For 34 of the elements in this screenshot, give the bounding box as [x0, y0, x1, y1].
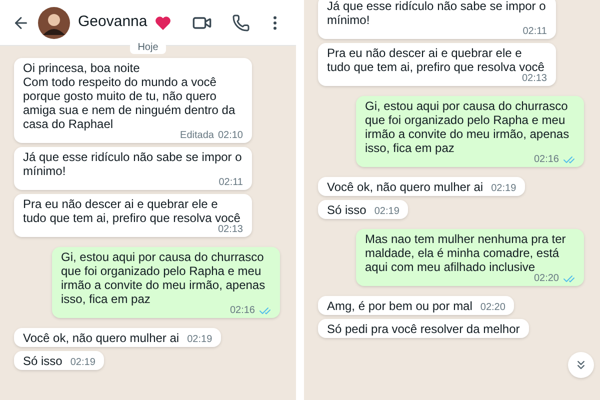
message-text: Gi, estou aqui por causa do churrasco que foi organizado pelo Rapha e meu irmão a convite do meu irmão, apenas isso, fica em paz — [365, 99, 570, 155]
message-time: 02:19 — [374, 207, 400, 217]
heart-icon — [155, 16, 172, 30]
message-text: Você ok, não quero mulher ai — [327, 180, 484, 194]
edited-label: Editada — [180, 131, 214, 141]
message-text: Já que esse ridículo não sabe se impor o mínimo! — [23, 150, 243, 178]
message-time: 02:11 — [218, 178, 243, 188]
message-time: 02:19 — [70, 358, 96, 368]
message-time: 02:13 — [522, 74, 547, 84]
message-text: Só isso — [327, 203, 366, 217]
message-text: Oi princesa, boa noite Com todo respeito do mundo a você porque gosto muito de tu, não quero amiga sua e nem de ninguém dentro da casa do Raphael — [23, 61, 236, 131]
message-time: 02:16 — [534, 155, 559, 165]
message-time: 02:19 — [491, 184, 516, 194]
message-text: Amg, é por bem ou por mal — [327, 299, 472, 313]
message-text: Gi, estou aqui por causa do churrasco que foi organizado pelo Rapha e meu irmão a convite do meu irmão, apenas isso, fica em paz — [61, 250, 266, 306]
message-time: 02:20 — [480, 303, 506, 313]
message-time: 02:10 — [218, 131, 243, 141]
scroll-down-button[interactable] — [568, 352, 594, 378]
avatar[interactable] — [38, 6, 70, 38]
message-text: Pra eu não descer ai e quebrar ele e tudo que tem ai, prefiro que resolva você — [23, 197, 242, 225]
contact-name: Geovanna — [78, 12, 148, 32]
message-time: 02:20 — [534, 274, 559, 284]
message-text: Já que esse ridículo não sabe se impor o mínimo! — [327, 0, 547, 27]
message-text: Você ok, não quero mulher ai — [23, 331, 180, 345]
message-text: Só isso — [23, 354, 62, 368]
message-time: 02:16 — [230, 306, 255, 316]
message-time: 02:19 — [187, 335, 212, 345]
message-time: 02:11 — [522, 27, 547, 37]
date-chip: Hoje — [130, 42, 166, 54]
phone-icon[interactable] — [232, 14, 250, 32]
message-text: Pra eu não descer ai e quebrar ele e tudo que tem ai, prefiro que resolva você — [327, 46, 546, 74]
message-text: Só pedi pra você resolver da melhor — [327, 322, 520, 336]
message-text: Mas nao tem mulher nenhuma pra ter maldade, ela é minha comadre, está aqui com meu afilhado inclusive — [365, 232, 567, 274]
message-time: 02:13 — [218, 225, 243, 235]
